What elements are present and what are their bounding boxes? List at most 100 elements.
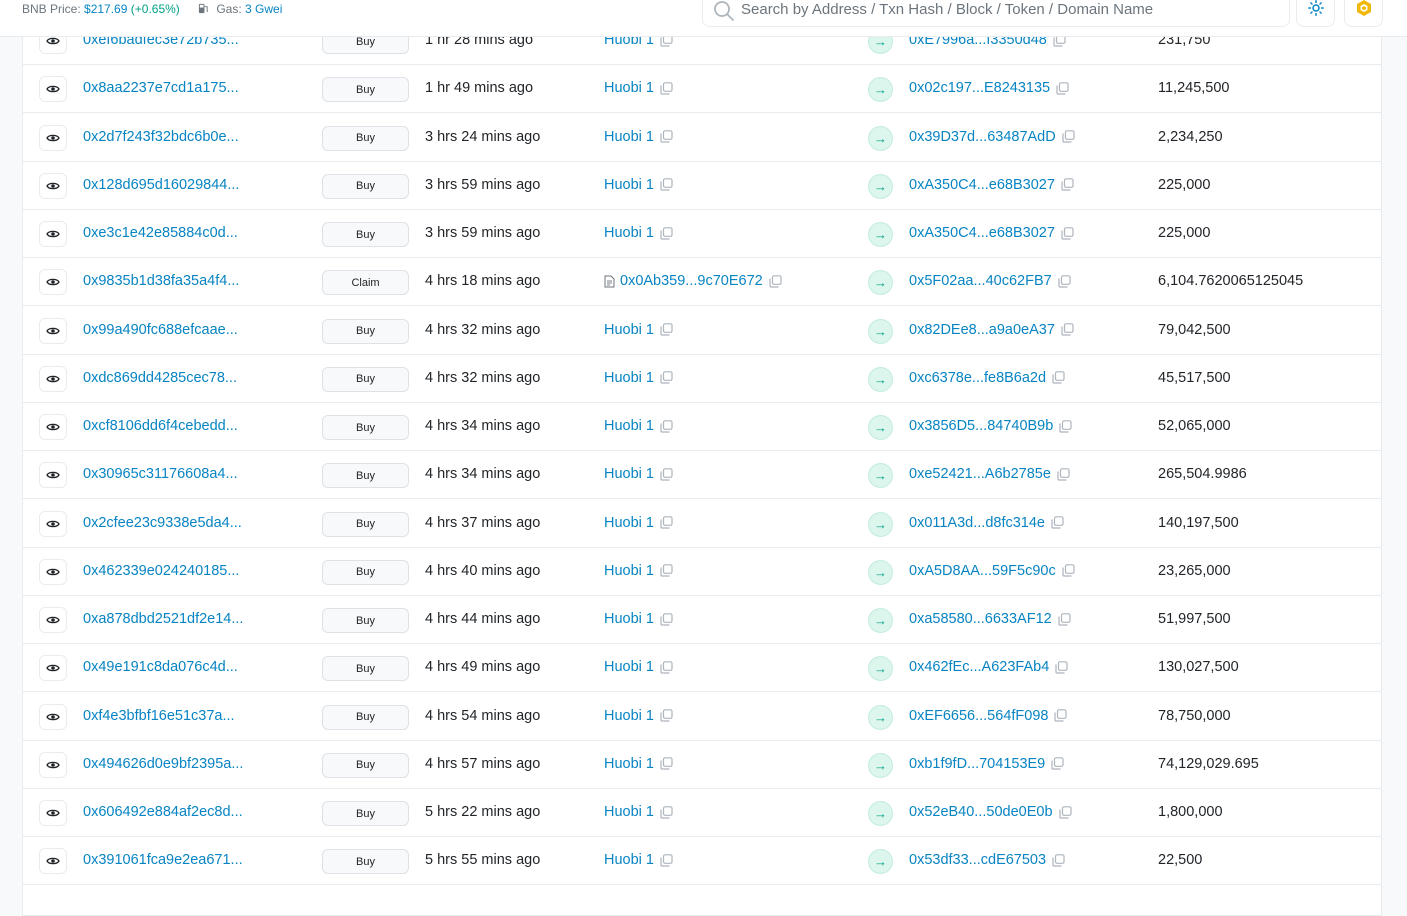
copy-icon[interactable] (1056, 81, 1069, 95)
to-address[interactable]: 0xA350C4...e68B3027 (909, 225, 1055, 241)
txn-hash-link[interactable]: 0x2cfee23c9338e5da4... (83, 515, 242, 531)
to-address[interactable]: 0xA5D8AA...59F5c90c (909, 563, 1056, 579)
view-details-button[interactable] (39, 414, 67, 440)
copy-icon[interactable] (1061, 178, 1074, 191)
copy-icon[interactable] (1051, 516, 1064, 529)
txn-hash-link[interactable]: 0x49e191c8da076c4d... (83, 659, 238, 675)
view-details-button[interactable] (39, 462, 67, 489)
to-address[interactable]: 0x02c197...E8243135 (909, 80, 1050, 96)
search-input[interactable] (741, 0, 1261, 20)
copy-icon[interactable] (1058, 612, 1071, 626)
txn-hash-link[interactable]: 0x30965c31176608a4... (83, 466, 238, 482)
to-address[interactable]: 0xb1f9fD...704153E9 (909, 756, 1045, 772)
copy-icon[interactable] (1055, 660, 1068, 674)
copy-icon[interactable] (660, 805, 673, 819)
copy-icon[interactable] (660, 178, 673, 191)
copy-icon[interactable] (1058, 274, 1071, 288)
view-details-button[interactable] (39, 655, 67, 682)
view-details-button[interactable] (39, 558, 67, 585)
copy-icon[interactable] (1051, 757, 1064, 770)
copy-icon[interactable] (660, 467, 673, 481)
to-address[interactable]: 0x011A3d...d8fc314e (909, 515, 1045, 531)
to-address[interactable]: 0x3856D5...84740B9b (909, 418, 1053, 434)
view-details-button[interactable] (39, 703, 67, 730)
txn-hash-link[interactable]: 0xa878dbd2521df2e14... (83, 611, 243, 627)
to-address[interactable]: 0x39D37d...63487AdD (909, 129, 1056, 145)
view-details-button[interactable] (39, 607, 67, 633)
copy-icon[interactable] (1062, 130, 1075, 143)
copy-icon[interactable] (660, 81, 673, 95)
from-address[interactable]: Huobi 1 (604, 418, 654, 434)
from-address[interactable]: Huobi 1 (604, 515, 654, 531)
view-details-button[interactable] (39, 751, 67, 778)
from-address[interactable]: Huobi 1 (604, 225, 654, 241)
from-address[interactable]: Huobi 1 (604, 852, 654, 868)
copy-icon[interactable] (660, 419, 673, 433)
copy-icon[interactable] (660, 564, 673, 577)
view-details-button[interactable] (39, 800, 67, 826)
copy-icon[interactable] (660, 757, 673, 770)
view-details-button[interactable] (39, 510, 67, 537)
view-details-button[interactable] (39, 221, 67, 247)
theme-toggle-button[interactable] (1296, 0, 1335, 27)
to-address[interactable]: 0x82DEe8...a9a0eA37 (909, 322, 1055, 338)
txn-hash-link[interactable]: 0xdc869dd4285cec78... (83, 370, 237, 386)
copy-icon[interactable] (1062, 564, 1075, 577)
from-address[interactable]: Huobi 1 (604, 611, 654, 627)
to-address[interactable]: 0x462fEc...A623FAb4 (909, 659, 1049, 675)
to-address[interactable]: 0xe52421...A6b2785e (909, 466, 1051, 482)
from-address[interactable]: 0x0Ab359...9c70E672 (620, 273, 763, 289)
txn-hash-link[interactable]: 0x2d7f243f32bdc6b0e... (83, 129, 239, 145)
to-address[interactable]: 0x53df33...cdE67503 (909, 852, 1046, 868)
txn-hash-link[interactable]: 0x391061fca9e2ea671... (83, 852, 243, 868)
from-address[interactable]: Huobi 1 (604, 756, 654, 772)
from-address[interactable]: Huobi 1 (604, 563, 654, 579)
copy-icon[interactable] (1059, 419, 1072, 433)
to-address[interactable]: 0x52eB40...50de0E0b (909, 804, 1053, 820)
copy-icon[interactable] (660, 516, 673, 529)
copy-icon[interactable] (660, 853, 673, 867)
gas-value[interactable]: 3 Gwei (245, 2, 282, 16)
copy-icon[interactable] (1061, 323, 1074, 336)
to-address[interactable]: 0xA350C4...e68B3027 (909, 177, 1055, 193)
view-details-button[interactable] (39, 124, 67, 151)
to-address[interactable]: 0x5F02aa...40c62FB7 (909, 273, 1052, 289)
copy-icon[interactable] (660, 660, 673, 674)
price-value[interactable]: $217.69 (84, 2, 127, 16)
view-details-button[interactable] (39, 317, 67, 344)
from-address[interactable]: Huobi 1 (604, 177, 654, 193)
view-details-button[interactable] (39, 269, 67, 296)
copy-icon[interactable] (660, 226, 673, 240)
copy-icon[interactable] (660, 323, 673, 336)
from-address[interactable]: Huobi 1 (604, 370, 654, 386)
copy-icon[interactable] (660, 709, 673, 722)
copy-icon[interactable] (1061, 226, 1074, 240)
txn-hash-link[interactable]: 0x8aa2237e7cd1a175... (83, 80, 239, 96)
to-address[interactable]: 0xEF6656...564fF098 (909, 708, 1048, 724)
txn-hash-link[interactable]: 0x99a490fc688efcaae... (83, 322, 238, 338)
txn-hash-link[interactable]: 0xf4e3bfbf16e51c37a... (83, 708, 235, 724)
copy-icon[interactable] (1057, 467, 1070, 481)
from-address[interactable]: Huobi 1 (604, 80, 654, 96)
network-switch-button[interactable] (1344, 0, 1383, 27)
from-address[interactable]: Huobi 1 (604, 708, 654, 724)
view-details-button[interactable] (39, 848, 67, 875)
copy-icon[interactable] (660, 130, 673, 143)
txn-hash-link[interactable]: 0xe3c1e42e85884c0d... (83, 225, 238, 241)
copy-icon[interactable] (660, 612, 673, 626)
copy-icon[interactable] (1054, 709, 1068, 722)
txn-hash-link[interactable]: 0x494626d0e9bf2395a... (83, 756, 243, 772)
copy-icon[interactable] (1052, 853, 1065, 867)
copy-icon[interactable] (1058, 805, 1072, 819)
from-address[interactable]: Huobi 1 (604, 129, 654, 145)
to-address[interactable]: 0xa58580...6633AF12 (909, 611, 1052, 627)
copy-icon[interactable] (769, 274, 782, 288)
from-address[interactable]: Huobi 1 (604, 659, 654, 675)
from-address[interactable]: Huobi 1 (604, 804, 654, 820)
view-details-button[interactable] (39, 172, 67, 199)
txn-hash-link[interactable]: 0x462339e024240185... (83, 563, 239, 579)
copy-icon[interactable] (1052, 371, 1065, 384)
to-address[interactable]: 0xc6378e...fe8B6a2d (909, 370, 1046, 386)
copy-icon[interactable] (660, 371, 673, 384)
txn-hash-link[interactable]: 0xcf8106dd6f4cebedd... (83, 418, 238, 434)
